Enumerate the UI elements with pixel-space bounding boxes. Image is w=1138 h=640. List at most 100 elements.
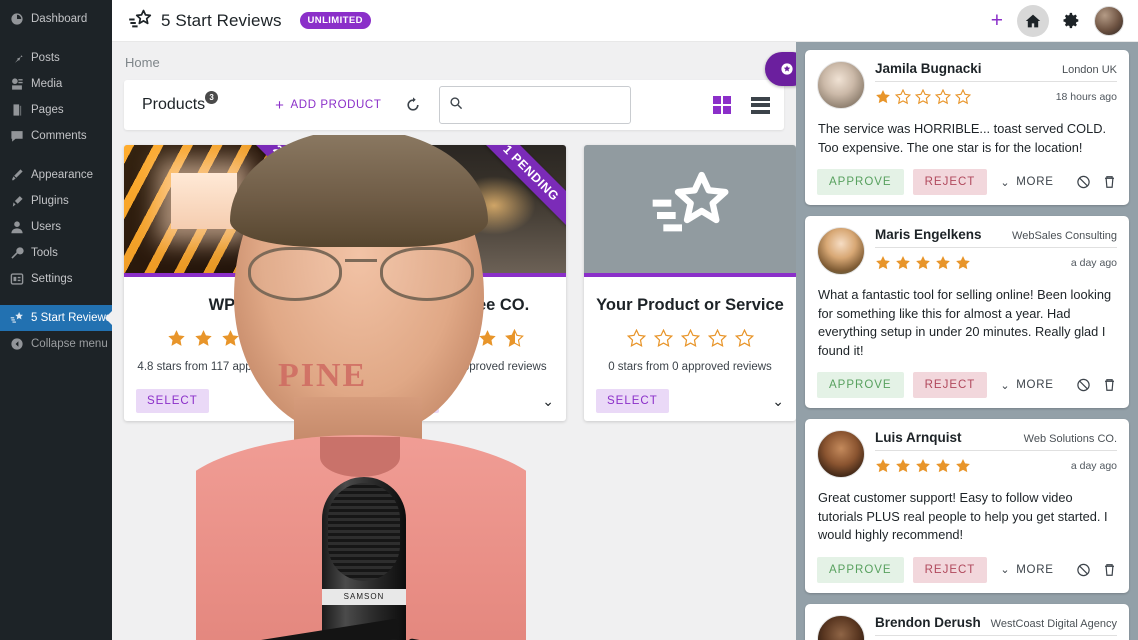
chevron-down-icon[interactable]: ⌄ xyxy=(772,393,784,410)
more-button[interactable]: ⌄ MORE xyxy=(1000,176,1053,189)
product-card[interactable]: 2 PENDING WP C 4.8 stars from 117 approv… xyxy=(124,145,336,421)
star-full-icon xyxy=(194,330,212,346)
star-full-icon xyxy=(936,256,950,270)
review-body: Great customer support! Easy to follow v… xyxy=(818,490,1108,543)
chevron-down-icon: ⌄ xyxy=(1000,564,1011,577)
star-empty-icon xyxy=(955,89,971,105)
sidebar-item-appearance[interactable]: Appearance xyxy=(0,162,112,188)
review-star-row: 18 hours ago xyxy=(875,82,1117,105)
approve-button[interactable]: APPROVE xyxy=(817,372,904,399)
sidebar-item-label: Collapse menu xyxy=(31,338,108,350)
more-button[interactable]: ⌄ MORE xyxy=(1000,379,1053,392)
review-icon-actions xyxy=(1076,562,1117,578)
chevron-down-icon[interactable]: ⌄ xyxy=(312,393,324,410)
avatar[interactable] xyxy=(1094,5,1124,36)
block-icon[interactable] xyxy=(1076,174,1091,190)
search-input[interactable] xyxy=(469,97,622,113)
avatar xyxy=(817,430,865,479)
sidebar-item-5-start-reviews[interactable]: 5 Start Reviews xyxy=(0,305,112,331)
block-icon[interactable] xyxy=(1076,562,1091,578)
dashboard-icon xyxy=(9,12,24,27)
reviewer-org: WebSales Consulting xyxy=(1012,230,1117,243)
trash-icon[interactable] xyxy=(1102,377,1117,393)
sidebar-item-users[interactable]: Users xyxy=(0,214,112,240)
refresh-icon[interactable] xyxy=(405,97,421,113)
more-button[interactable]: ⌄ MORE xyxy=(1000,563,1053,577)
approve-button[interactable]: APPROVE xyxy=(817,556,904,583)
sidebar-item-label: Appearance xyxy=(31,169,94,181)
product-card[interactable]: SOHO COFFEE CO. 1 PENDING SOHO Coffee CO… xyxy=(354,145,566,421)
block-icon[interactable] xyxy=(1076,377,1091,393)
more-label: MORE xyxy=(1016,176,1054,189)
sidebar-item-pages[interactable]: Pages xyxy=(0,97,112,123)
search-box[interactable] xyxy=(439,86,632,124)
select-button[interactable]: SELECT xyxy=(596,389,669,413)
approve-button[interactable]: APPROVE xyxy=(817,169,904,196)
app-title: 5 Start Reviews xyxy=(161,10,282,30)
products-toolbar: Products 3 + ADD PRODUCT xyxy=(124,80,784,130)
product-card-footer: SELECT ⌄ xyxy=(124,373,336,413)
review-actions: APPROVE REJECT ⌄ MORE xyxy=(817,360,1117,399)
more-label: MORE xyxy=(1016,379,1054,392)
sidebar-item-tools[interactable]: Tools xyxy=(0,240,112,266)
select-button[interactable]: SELECT xyxy=(136,389,209,413)
trash-icon[interactable] xyxy=(1102,174,1117,190)
sidebar-item-plugins[interactable]: Plugins xyxy=(0,188,112,214)
products-title: Products 3 xyxy=(142,91,219,114)
star-full-icon xyxy=(956,256,970,270)
list-view-icon[interactable] xyxy=(751,96,770,114)
chevron-down-icon[interactable]: ⌄ xyxy=(542,393,554,410)
gear-icon[interactable] xyxy=(1063,12,1080,29)
star-full-icon xyxy=(916,459,930,473)
sidebar-item-comments[interactable]: Comments xyxy=(0,123,112,149)
star-full-icon xyxy=(956,459,970,473)
review-header-text: Luis Arnquist Web Solutions CO. a day ag… xyxy=(875,430,1117,478)
review-header: Maris Engelkens WebSales Consulting a da… xyxy=(817,227,1117,276)
shooting-star-icon xyxy=(128,9,152,33)
pending-ribbon: 2 PENDING xyxy=(239,145,336,235)
sidebar-item-posts[interactable]: Posts xyxy=(0,45,112,71)
review-header: Brendon Derush WestCoast Digital Agency xyxy=(817,614,1117,640)
product-card[interactable]: Your Product or Service 0 stars from 0 a… xyxy=(584,145,796,421)
sidebar-item-media[interactable]: Media xyxy=(0,71,112,97)
review-actions: APPROVE REJECT ⌄ MORE xyxy=(817,157,1117,196)
sidebar-item-collapse-menu[interactable]: Collapse menu xyxy=(0,331,112,357)
reviews-panel-toggle[interactable] xyxy=(765,52,796,86)
reject-button[interactable]: REJECT xyxy=(912,372,988,399)
sidebar-item-label: Comments xyxy=(31,130,87,142)
product-rating-stars xyxy=(124,315,336,348)
star-full-icon xyxy=(916,256,930,270)
soho-label: SOHO xyxy=(364,227,431,253)
reject-button[interactable]: REJECT xyxy=(912,556,988,583)
breadcrumb[interactable]: Home xyxy=(112,42,796,80)
star-empty-icon xyxy=(915,89,931,105)
product-title: Your Product or Service xyxy=(596,296,784,314)
reviewer-org: Web Solutions CO. xyxy=(1023,433,1117,446)
avatar xyxy=(817,227,865,276)
sidebar-item-label: Tools xyxy=(31,247,58,259)
sidebar-item-dashboard[interactable]: Dashboard xyxy=(0,6,112,32)
grid-view-icon[interactable] xyxy=(712,95,731,115)
review-body: What a fantastic tool for selling online… xyxy=(818,287,1112,358)
reviewer-name: Jamila Bugnacki xyxy=(875,61,982,76)
reject-button[interactable]: REJECT xyxy=(912,169,988,196)
plus-icon: + xyxy=(275,96,285,114)
plug-icon xyxy=(9,194,24,209)
review-time: 18 hours ago xyxy=(1055,91,1117,103)
select-button[interactable]: SELECT xyxy=(366,389,439,413)
plus-icon[interactable]: + xyxy=(991,10,1003,31)
home-icon[interactable] xyxy=(1017,4,1049,37)
shooting-star-placeholder-icon xyxy=(652,171,729,232)
review-header: Luis Arnquist Web Solutions CO. a day ag… xyxy=(817,430,1117,479)
star-full-icon xyxy=(896,256,910,270)
sidebar-item-label: Dashboard xyxy=(31,13,88,25)
sidebar-item-label: Users xyxy=(31,221,62,233)
sidebar-item-settings[interactable]: Settings xyxy=(0,266,112,292)
carousel-next-button[interactable]: › xyxy=(493,508,498,525)
star-half-icon xyxy=(504,329,524,347)
product-rating-stars xyxy=(584,315,796,348)
sidebar-item-label: 5 Start Reviews xyxy=(31,312,112,324)
add-product-label: ADD PRODUCT xyxy=(290,99,382,111)
trash-icon[interactable] xyxy=(1102,562,1117,578)
add-product-button[interactable]: + ADD PRODUCT xyxy=(275,97,381,114)
